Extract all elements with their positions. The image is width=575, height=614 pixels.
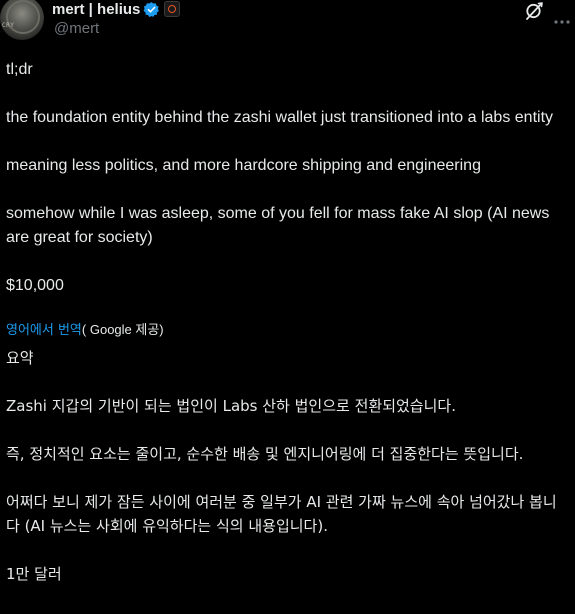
avatar-caption: CRY (2, 22, 15, 29)
post-text: tl;dr the foundation entity behind the z… (6, 58, 566, 298)
post-line-tldr: tl;dr (6, 61, 33, 78)
translated-line-amount: 1만 달러 (6, 565, 62, 583)
translation-attribution: 영어에서 번역( Google 제공) (6, 320, 164, 341)
verified-badge-icon[interactable] (143, 1, 160, 18)
post-header: CRY mert | helius @mert (0, 0, 575, 48)
grok-icon[interactable] (523, 0, 545, 22)
author-handle[interactable]: @mert (54, 20, 99, 37)
more-icon[interactable] (554, 9, 570, 24)
translated-line-somehow: 어쩌다 보니 제가 잠든 사이에 여러분 중 일부가 AI 관련 가짜 뉴스에 … (6, 493, 557, 535)
affiliate-logo-icon (168, 5, 177, 13)
post-line-foundation: the foundation entity behind the zashi w… (6, 109, 554, 126)
author-display-name[interactable]: mert | helius (52, 1, 140, 18)
post-line-amount: $10,000 (6, 277, 64, 294)
translated-text: 요약 Zashi 지갑의 기반이 되는 법인이 Labs 산하 법인으로 전환되… (6, 346, 568, 586)
translated-line-zashi: Zashi 지갑의 기반이 되는 법인이 Labs 산하 법인으로 전환되었습니… (6, 397, 456, 415)
post-line-somehow: somehow while I was asleep, some of you … (6, 205, 550, 246)
author-name-row: mert | helius (52, 0, 181, 19)
translated-from-link[interactable]: 영어에서 번역 (6, 323, 82, 338)
avatar[interactable]: CRY (0, 0, 44, 40)
post-line-meaning: meaning less politics, and more hardcore… (6, 157, 481, 174)
translated-line-meaning: 즉, 정치적인 요소는 줄이고, 순수한 배송 및 엔지니어링에 더 집중한다는… (6, 445, 524, 463)
translation-provider: ( Google 제공) (81, 322, 164, 337)
affiliate-badge-icon[interactable] (164, 1, 181, 17)
translated-line-summary: 요약 (6, 349, 34, 367)
